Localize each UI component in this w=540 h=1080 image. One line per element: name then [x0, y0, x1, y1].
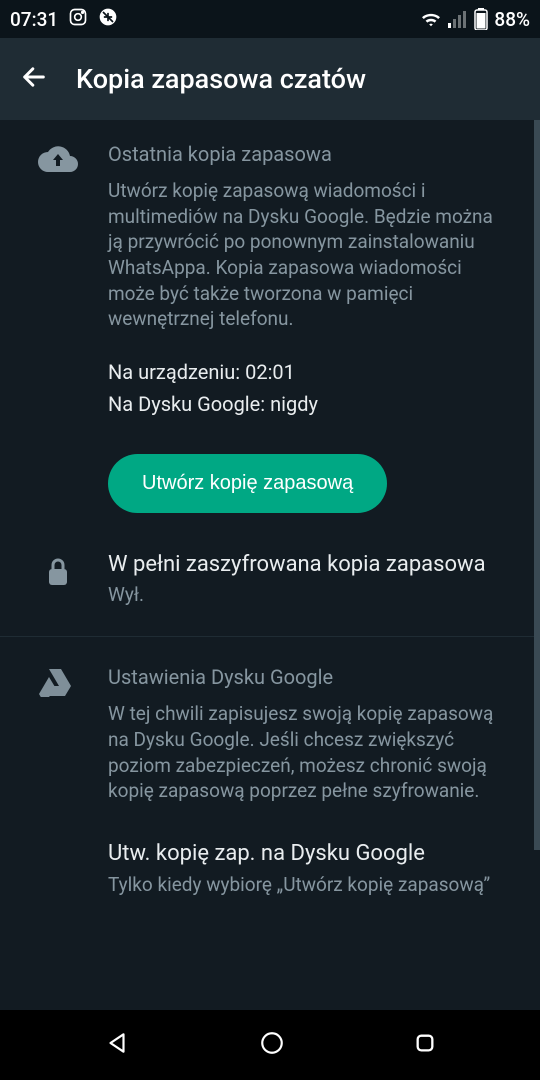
data-saver-icon: [98, 7, 118, 32]
last-backup-title: Ostatnia kopia zapasowa: [108, 142, 506, 166]
cloud-upload-icon: [38, 159, 78, 178]
gdrive-frequency-row[interactable]: Utw. kopię zap. na Dysku Google Tylko ki…: [0, 840, 540, 918]
page-title: Kopia zapasowa czatów: [76, 63, 366, 95]
navigation-bar: [0, 1010, 540, 1080]
local-backup-line: Na urządzeniu: 02:01: [108, 360, 506, 384]
gdrive-frequency-title: Utw. kopię zap. na Dysku Google: [108, 840, 506, 869]
gdrive-section: Ustawienia Dysku Google W tej chwili zap…: [0, 637, 540, 840]
scrollbar[interactable]: [534, 120, 540, 850]
last-backup-section: Ostatnia kopia zapasowa Utwórz kopię zap…: [0, 120, 540, 535]
encrypted-backup-sub: Wył.: [108, 583, 506, 606]
status-bar: 07:31 88%: [0, 0, 540, 38]
content-scroll[interactable]: Ostatnia kopia zapasowa Utwórz kopię zap…: [0, 120, 540, 1010]
instagram-icon: [68, 7, 88, 32]
google-backup-line: Na Dysku Google: nigdy: [108, 392, 506, 416]
nav-recent-icon[interactable]: [414, 1032, 436, 1058]
last-backup-desc: Utwórz kopię zapasową wiadomości i multi…: [108, 178, 506, 332]
gdrive-title: Ustawienia Dysku Google: [108, 665, 506, 689]
gdrive-desc: W tej chwili zapisujesz swoją kopię zapa…: [108, 701, 506, 804]
lock-icon: [46, 557, 70, 607]
battery-icon: [474, 8, 488, 30]
status-time: 07:31: [10, 8, 58, 31]
nav-back-icon[interactable]: [104, 1030, 130, 1060]
backup-button[interactable]: Utwórz kopię zapasową: [108, 454, 387, 513]
google-drive-icon: [38, 682, 72, 701]
gdrive-frequency-sub: Tylko kiedy wybiorę „Utwórz kopię zapaso…: [108, 873, 506, 896]
back-icon[interactable]: [20, 63, 48, 95]
nav-home-icon[interactable]: [259, 1030, 285, 1060]
encrypted-backup-title: W pełni zaszyfrowana kopia zapasowa: [108, 551, 506, 580]
encrypted-backup-row[interactable]: W pełni zaszyfrowana kopia zapasowa Wył.: [0, 535, 540, 629]
battery-percent: 88%: [494, 8, 530, 31]
signal-icon: [448, 10, 468, 28]
app-bar: Kopia zapasowa czatów: [0, 38, 540, 120]
wifi-icon: [420, 10, 442, 28]
